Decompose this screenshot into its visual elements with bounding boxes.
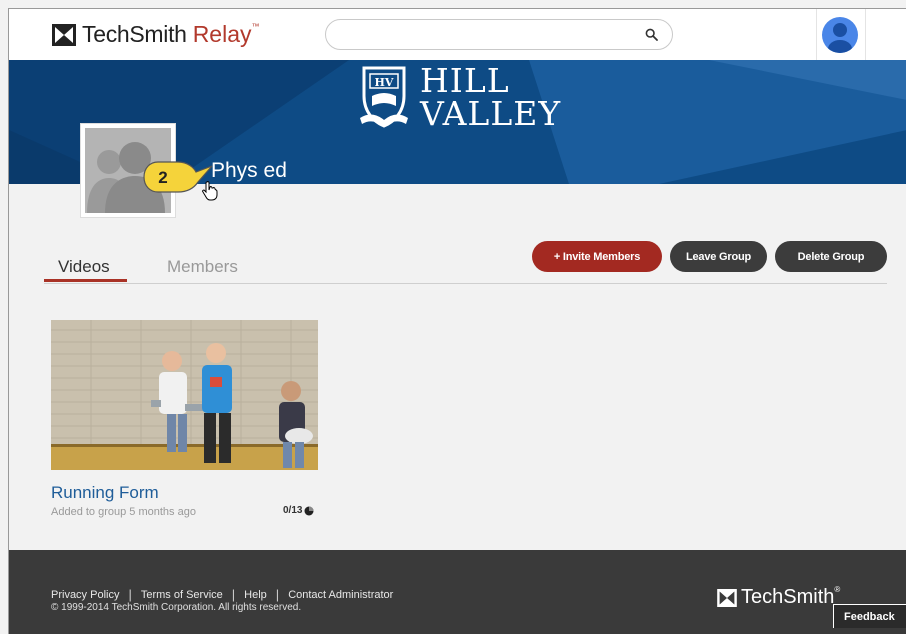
feedback-tab[interactable]: Feedback bbox=[833, 604, 906, 628]
user-menu[interactable] bbox=[816, 9, 866, 60]
footer-brand-name: TechSmith bbox=[741, 586, 835, 608]
contact-administrator-link[interactable]: Contact Administrator bbox=[288, 589, 393, 601]
school-crest-icon: HV bbox=[360, 66, 408, 128]
leave-group-button[interactable]: Leave Group bbox=[670, 241, 767, 272]
school-name-line2: VALLEY bbox=[420, 94, 562, 133]
video-title[interactable]: Running Form bbox=[51, 483, 159, 503]
footer-techsmith-logo[interactable]: TechSmith ® bbox=[717, 585, 841, 609]
top-bar: TechSmith Relay ™ bbox=[9, 9, 906, 60]
footer-separator: | bbox=[275, 587, 280, 602]
video-view-count: 0/13 bbox=[283, 505, 314, 516]
trademark-mark: ™ bbox=[251, 22, 260, 31]
pie-chart-icon bbox=[304, 506, 314, 515]
techsmith-logo-icon bbox=[717, 588, 737, 607]
footer-links: Privacy Policy | Terms of Service | Help… bbox=[51, 587, 393, 602]
techsmith-logo-icon bbox=[52, 23, 76, 46]
tab-videos[interactable]: Videos bbox=[58, 257, 110, 281]
active-tab-indicator bbox=[44, 279, 127, 282]
privacy-policy-link[interactable]: Privacy Policy bbox=[51, 589, 119, 601]
hand-cursor-icon bbox=[202, 181, 218, 201]
user-avatar-icon[interactable] bbox=[822, 17, 858, 53]
search-box bbox=[325, 19, 673, 51]
product-name: Relay bbox=[192, 21, 252, 47]
copyright-text: © 1999-2014 TechSmith Corporation. All r… bbox=[51, 602, 302, 613]
delete-group-button[interactable]: Delete Group bbox=[775, 241, 887, 272]
video-view-count-value: 0/13 bbox=[283, 505, 303, 516]
registered-mark: ® bbox=[834, 585, 841, 594]
tab-members[interactable]: Members bbox=[167, 257, 238, 281]
invite-members-button[interactable]: + Invite Members bbox=[532, 241, 662, 272]
brand-name: TechSmith bbox=[82, 21, 187, 47]
video-thumbnail[interactable] bbox=[51, 320, 318, 470]
techsmith-relay-logo[interactable]: TechSmith Relay ™ bbox=[52, 21, 260, 48]
video-thumbnail-image bbox=[51, 320, 318, 470]
footer-separator: | bbox=[128, 587, 132, 602]
search-input[interactable] bbox=[340, 20, 644, 51]
app-window: TechSmith Relay ™ HV HILL VALLEY Phys ed… bbox=[8, 8, 906, 634]
step-callout-number: 2 bbox=[158, 168, 168, 187]
footer-separator: | bbox=[231, 587, 236, 602]
school-name: HILL VALLEY bbox=[420, 64, 561, 130]
video-added-time: Added to group 5 months ago bbox=[51, 506, 196, 518]
school-name-line1: HILL bbox=[420, 61, 510, 100]
terms-of-service-link[interactable]: Terms of Service bbox=[141, 589, 223, 601]
svg-text:HV: HV bbox=[375, 76, 394, 89]
group-name[interactable]: Phys ed bbox=[211, 159, 287, 183]
footer: Privacy Policy | Terms of Service | Help… bbox=[9, 550, 906, 634]
help-link[interactable]: Help bbox=[244, 589, 267, 601]
search-icon[interactable] bbox=[645, 28, 658, 41]
